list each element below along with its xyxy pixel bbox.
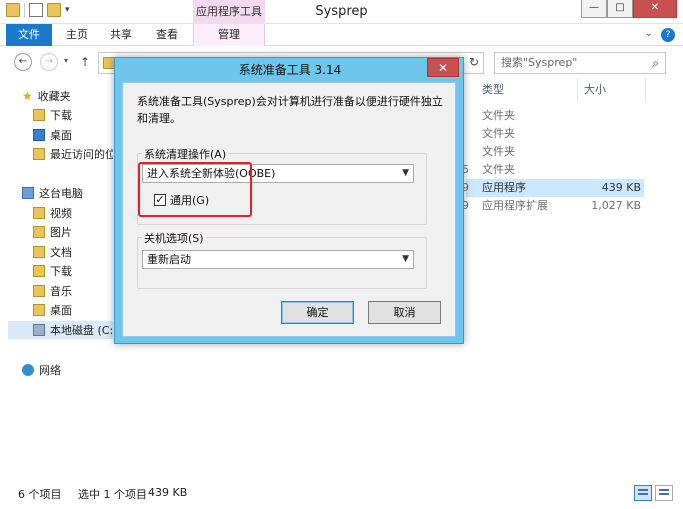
row-type[interactable]: 文件夹 bbox=[482, 107, 515, 125]
desktop-icon bbox=[33, 129, 45, 141]
nav-fav-recent[interactable]: 最近访问的位置 bbox=[33, 145, 113, 163]
search-input[interactable]: 搜索"Sysprep" ⌕ bbox=[494, 52, 666, 74]
tab-file[interactable]: 文件 bbox=[6, 24, 52, 46]
star-icon: ★ bbox=[22, 89, 33, 103]
help-icon[interactable]: ? bbox=[661, 28, 675, 42]
nav-label: 桌面 bbox=[50, 304, 72, 317]
nav-label: 最近访问的位置 bbox=[50, 148, 113, 161]
ribbon-tabs: 文件 主页 共享 查看 管理 ⌄ ? bbox=[0, 24, 683, 46]
tab-home[interactable]: 主页 bbox=[58, 24, 96, 46]
shutdown-options-value: 重新启动 bbox=[147, 253, 191, 266]
tab-manage[interactable]: 管理 bbox=[193, 24, 265, 46]
row-type[interactable]: 文件夹 bbox=[482, 125, 515, 143]
item-count: 6 个项目 bbox=[18, 488, 62, 501]
nav-label: 桌面 bbox=[50, 129, 72, 142]
minimize-button[interactable]: — bbox=[581, 0, 607, 18]
dialog-title: 系统准备工具 3.14 bbox=[238, 63, 342, 77]
ok-button[interactable]: 确定 bbox=[281, 301, 354, 324]
refresh-icon[interactable]: ↻ bbox=[469, 55, 479, 69]
tab-share[interactable]: 共享 bbox=[102, 24, 140, 46]
nav-label: 视频 bbox=[50, 207, 72, 220]
nav-downloads[interactable]: 下载 bbox=[33, 262, 72, 280]
navigation-pane: ★ 收藏夹 下载 桌面 最近访问的位置 这台电脑 视频 图片 文档 下载 音乐 … bbox=[0, 78, 117, 478]
selection-size: 439 KB bbox=[148, 486, 188, 499]
column-header-type[interactable]: 类型 bbox=[478, 78, 578, 102]
computer-icon bbox=[22, 187, 34, 199]
desktop-icon bbox=[33, 304, 45, 316]
videos-icon bbox=[33, 207, 45, 219]
nav-documents[interactable]: 文档 bbox=[33, 243, 72, 261]
downloads-icon bbox=[33, 265, 45, 277]
nav-local-disk[interactable]: 本地磁盘 (C:) bbox=[8, 321, 117, 339]
expand-ribbon-icon[interactable]: ⌄ bbox=[645, 28, 653, 42]
nav-label: 收藏夹 bbox=[37, 90, 71, 103]
network-icon bbox=[22, 364, 34, 376]
shutdown-options-label: 关机选项(S) bbox=[142, 230, 206, 246]
details-view-button[interactable] bbox=[634, 485, 652, 501]
large-icons-view-button[interactable] bbox=[655, 485, 673, 501]
annotation-highlight-box bbox=[138, 162, 252, 217]
cancel-button[interactable]: 取消 bbox=[368, 301, 441, 324]
column-header-size[interactable]: 大小 bbox=[580, 78, 646, 102]
nav-label: 文档 bbox=[50, 246, 72, 259]
row-type[interactable]: 应用程序扩展 bbox=[482, 197, 548, 215]
dialog-description: 系统准备工具(Sysprep)会对计算机进行准备以便进行硬件独立和清理。 bbox=[137, 95, 443, 125]
nav-favorites[interactable]: ★ 收藏夹 bbox=[22, 87, 71, 105]
nav-label: 本地磁盘 (C:) bbox=[50, 324, 118, 337]
nav-label: 这台电脑 bbox=[39, 187, 83, 200]
shutdown-options-group: 关机选项(S) 重新启动 ▼ bbox=[137, 230, 427, 289]
drive-icon bbox=[33, 324, 45, 336]
row-size: 1,027 KB bbox=[591, 199, 641, 212]
music-icon bbox=[33, 285, 45, 297]
nav-music[interactable]: 音乐 bbox=[33, 282, 72, 300]
ribbon-right-controls: ⌄ ? bbox=[645, 28, 675, 42]
row-type[interactable]: 文件夹 bbox=[482, 143, 515, 161]
row-type[interactable]: 文件夹 bbox=[482, 161, 515, 179]
pictures-icon bbox=[33, 226, 45, 238]
nav-videos[interactable]: 视频 bbox=[33, 204, 72, 222]
cleanup-action-label: 系统清理操作(A) bbox=[142, 146, 229, 162]
nav-network[interactable]: 网络 bbox=[22, 361, 61, 379]
nav-this-pc[interactable]: 这台电脑 bbox=[22, 184, 83, 202]
tab-view[interactable]: 查看 bbox=[148, 24, 186, 46]
nav-label: 下载 bbox=[50, 265, 72, 278]
title-bar: ▾ 应用程序工具 Sysprep — □ ✕ bbox=[0, 0, 683, 24]
nav-desktop[interactable]: 桌面 bbox=[33, 301, 72, 319]
nav-fav-downloads[interactable]: 下载 bbox=[33, 106, 72, 124]
nav-label: 下载 bbox=[50, 109, 72, 122]
row-size: 439 KB bbox=[601, 181, 641, 194]
back-button[interactable]: ← bbox=[14, 53, 32, 71]
nav-label: 图片 bbox=[50, 226, 72, 239]
status-bar: 6 个项目 选中 1 个项目 439 KB bbox=[0, 478, 683, 509]
chevron-down-icon: ▼ bbox=[402, 254, 409, 264]
nav-label: 网络 bbox=[39, 364, 61, 377]
shutdown-options-select[interactable]: 重新启动 ▼ bbox=[142, 250, 414, 269]
row-type[interactable]: 应用程序 bbox=[482, 179, 526, 197]
recent-places-icon bbox=[33, 148, 45, 160]
maximize-button[interactable]: □ bbox=[607, 0, 633, 18]
search-icon[interactable]: ⌕ bbox=[652, 53, 659, 73]
close-button[interactable]: ✕ bbox=[633, 0, 677, 18]
nav-label: 音乐 bbox=[50, 285, 72, 298]
chevron-down-icon: ▼ bbox=[402, 168, 409, 178]
search-placeholder: 搜索"Sysprep" bbox=[501, 56, 578, 69]
nav-pictures[interactable]: 图片 bbox=[33, 223, 72, 241]
folder-icon bbox=[33, 109, 45, 121]
selection-count: 选中 1 个项目 bbox=[78, 488, 147, 501]
dialog-close-button[interactable]: ✕ bbox=[427, 58, 459, 77]
recent-locations-icon[interactable]: ▾ bbox=[64, 56, 68, 65]
forward-button[interactable]: → bbox=[40, 53, 58, 71]
documents-icon bbox=[33, 246, 45, 258]
window-controls: — □ ✕ bbox=[581, 0, 677, 18]
nav-fav-desktop[interactable]: 桌面 bbox=[33, 126, 72, 144]
up-arrow-icon[interactable]: ↑ bbox=[80, 55, 90, 69]
